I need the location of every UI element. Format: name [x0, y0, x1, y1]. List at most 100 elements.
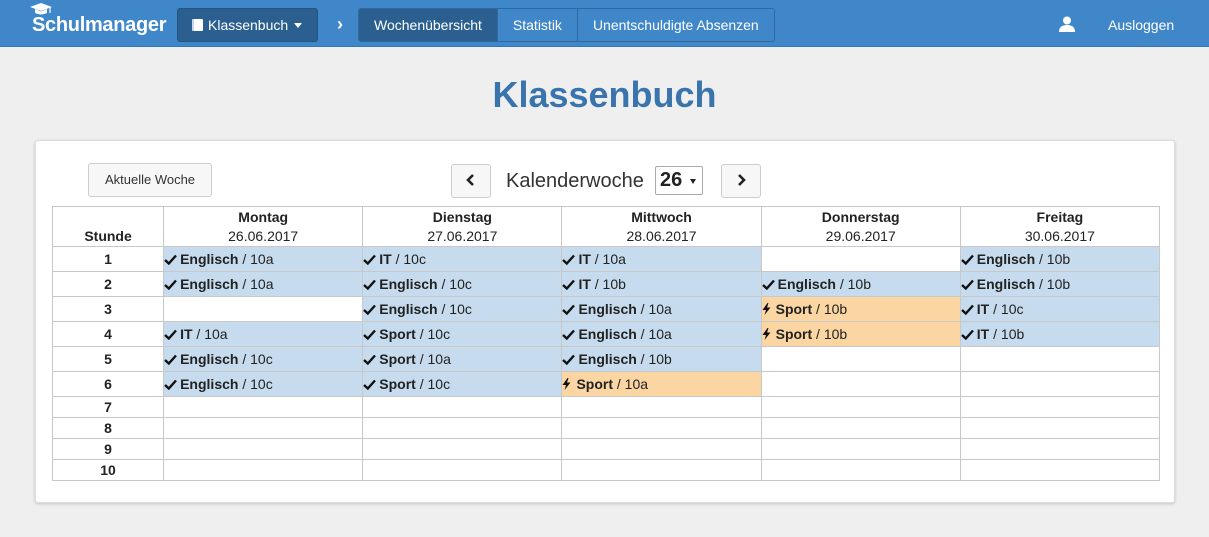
empty-cell[interactable] — [561, 438, 762, 460]
empty-cell[interactable] — [959, 346, 1161, 372]
day-name: Montag — [238, 209, 289, 225]
lesson-cell[interactable]: Sport / 10c — [362, 371, 563, 397]
empty-cell[interactable] — [760, 246, 961, 272]
empty-cell[interactable] — [959, 438, 1161, 460]
lesson-subject: Englisch — [976, 251, 1036, 267]
tab-unentschuldigte-absenzen[interactable]: Unentschuldigte Absenzen — [577, 9, 774, 41]
table-row: 1 Englisch / 10a IT / 10c IT / 10a Englisch … — [51, 246, 1161, 272]
lesson-cell[interactable]: Englisch / 10c — [362, 296, 563, 322]
hour-number: 1 — [51, 246, 165, 272]
lesson-cell[interactable]: Sport / 10b — [760, 321, 961, 347]
lesson-subject: Englisch — [976, 276, 1036, 292]
empty-cell[interactable] — [362, 438, 563, 460]
check-icon — [363, 279, 377, 290]
empty-cell[interactable] — [362, 417, 563, 439]
lesson-cell[interactable]: Englisch / 10a — [561, 321, 762, 347]
top-navbar: Schulmanager Klassenbuch › Wochenübersic… — [0, 0, 1209, 47]
empty-cell[interactable] — [163, 396, 364, 418]
empty-cell[interactable] — [163, 417, 364, 439]
lesson-cell[interactable]: Englisch / 10b — [760, 271, 961, 297]
lesson-cell[interactable]: IT / 10b — [959, 321, 1161, 347]
calendar-week-label: Kalenderwoche — [506, 170, 644, 192]
lesson-cell[interactable]: IT / 10a — [561, 246, 762, 272]
empty-cell[interactable] — [561, 396, 762, 418]
check-icon — [562, 354, 576, 365]
brand-logo[interactable]: Schulmanager — [30, 3, 167, 40]
lesson-cell[interactable]: Englisch / 10a — [163, 271, 364, 297]
day-name: Freitag — [1036, 209, 1084, 225]
lesson-cell[interactable]: Englisch / 10c — [362, 271, 563, 297]
user-icon[interactable] — [1059, 16, 1075, 32]
logout-link[interactable]: Ausloggen — [1108, 8, 1174, 42]
chevron-right-icon: › — [337, 14, 343, 34]
empty-cell[interactable] — [561, 417, 762, 439]
empty-cell[interactable] — [163, 438, 364, 460]
hour-number: 2 — [51, 271, 165, 297]
empty-cell[interactable] — [760, 396, 961, 418]
previous-week-button[interactable] — [451, 164, 491, 198]
empty-cell[interactable] — [760, 417, 961, 439]
lesson-subject: Sport — [379, 326, 416, 342]
check-icon — [960, 254, 974, 265]
tab-wochenuebersicht[interactable]: Wochenübersicht — [359, 9, 498, 41]
klassenbuch-label: Klassenbuch — [208, 17, 289, 33]
table-row: 3 Englisch / 10c Englisch / 10a Sport / 10b… — [51, 296, 1161, 322]
lesson-cell[interactable]: Englisch / 10a — [561, 296, 762, 322]
lightning-icon — [562, 378, 571, 390]
empty-cell[interactable] — [760, 459, 961, 481]
empty-cell[interactable] — [362, 396, 563, 418]
lesson-class: / 10c — [415, 376, 451, 392]
lesson-subject: Sport — [379, 376, 416, 392]
table-row: 5 Englisch / 10c Sport / 10a Englisch / 10b — [51, 346, 1161, 372]
lightning-icon — [762, 328, 771, 340]
lesson-cell[interactable]: Sport / 10a — [561, 371, 762, 397]
lesson-cell[interactable]: IT / 10c — [959, 296, 1161, 322]
day-date: 28.06.2017 — [626, 228, 697, 244]
lesson-subject: Sport — [379, 351, 416, 367]
empty-cell[interactable] — [561, 459, 762, 481]
lesson-cell[interactable]: Englisch / 10c — [163, 346, 364, 372]
lesson-class: / 10c — [238, 351, 273, 367]
empty-cell[interactable] — [760, 438, 961, 460]
lesson-cell[interactable]: IT / 10c — [362, 246, 563, 272]
lesson-cell[interactable]: Englisch / 10b — [959, 246, 1161, 272]
lesson-class: / 10a — [192, 326, 228, 342]
lesson-cell[interactable]: Sport / 10c — [362, 321, 563, 347]
empty-cell[interactable] — [959, 459, 1161, 481]
lesson-cell[interactable]: IT / 10b — [561, 271, 762, 297]
week-number-select[interactable]: 26 — [655, 166, 703, 195]
lesson-cell[interactable]: Englisch / 10b — [561, 346, 762, 372]
lesson-cell[interactable]: Englisch / 10a — [163, 246, 364, 272]
caret-down-icon — [294, 23, 303, 28]
empty-cell[interactable] — [163, 296, 364, 322]
check-icon — [363, 254, 377, 265]
check-icon — [164, 279, 177, 290]
day-header: Montag 26.06.2017 — [163, 206, 364, 247]
lesson-cell[interactable]: Englisch / 10b — [959, 271, 1161, 297]
lesson-cell[interactable]: IT / 10a — [163, 321, 364, 347]
next-week-button[interactable] — [721, 164, 761, 198]
lesson-subject: IT — [976, 326, 990, 342]
check-icon — [562, 304, 576, 315]
check-icon — [164, 379, 177, 390]
empty-cell[interactable] — [959, 396, 1161, 418]
hour-number: 3 — [51, 296, 165, 322]
table-row: 9 — [51, 438, 1161, 460]
klassenbuch-dropdown-button[interactable]: Klassenbuch — [177, 8, 318, 42]
empty-cell[interactable] — [362, 459, 563, 481]
lesson-cell[interactable]: Sport / 10a — [362, 346, 563, 372]
empty-cell[interactable] — [959, 417, 1161, 439]
empty-cell[interactable] — [163, 459, 364, 481]
empty-cell[interactable] — [760, 346, 961, 372]
tab-statistik[interactable]: Statistik — [497, 9, 578, 41]
day-date: 30.06.2017 — [1024, 228, 1095, 244]
empty-cell[interactable] — [959, 371, 1161, 397]
check-icon — [363, 379, 377, 390]
lesson-cell[interactable]: Englisch / 10c — [163, 371, 364, 397]
lesson-class: / 10a — [415, 351, 451, 367]
current-week-button[interactable]: Aktuelle Woche — [88, 163, 212, 197]
hour-number: 9 — [51, 438, 165, 460]
empty-cell[interactable] — [760, 371, 961, 397]
check-icon — [562, 254, 576, 265]
lesson-cell[interactable]: Sport / 10b — [760, 296, 961, 322]
